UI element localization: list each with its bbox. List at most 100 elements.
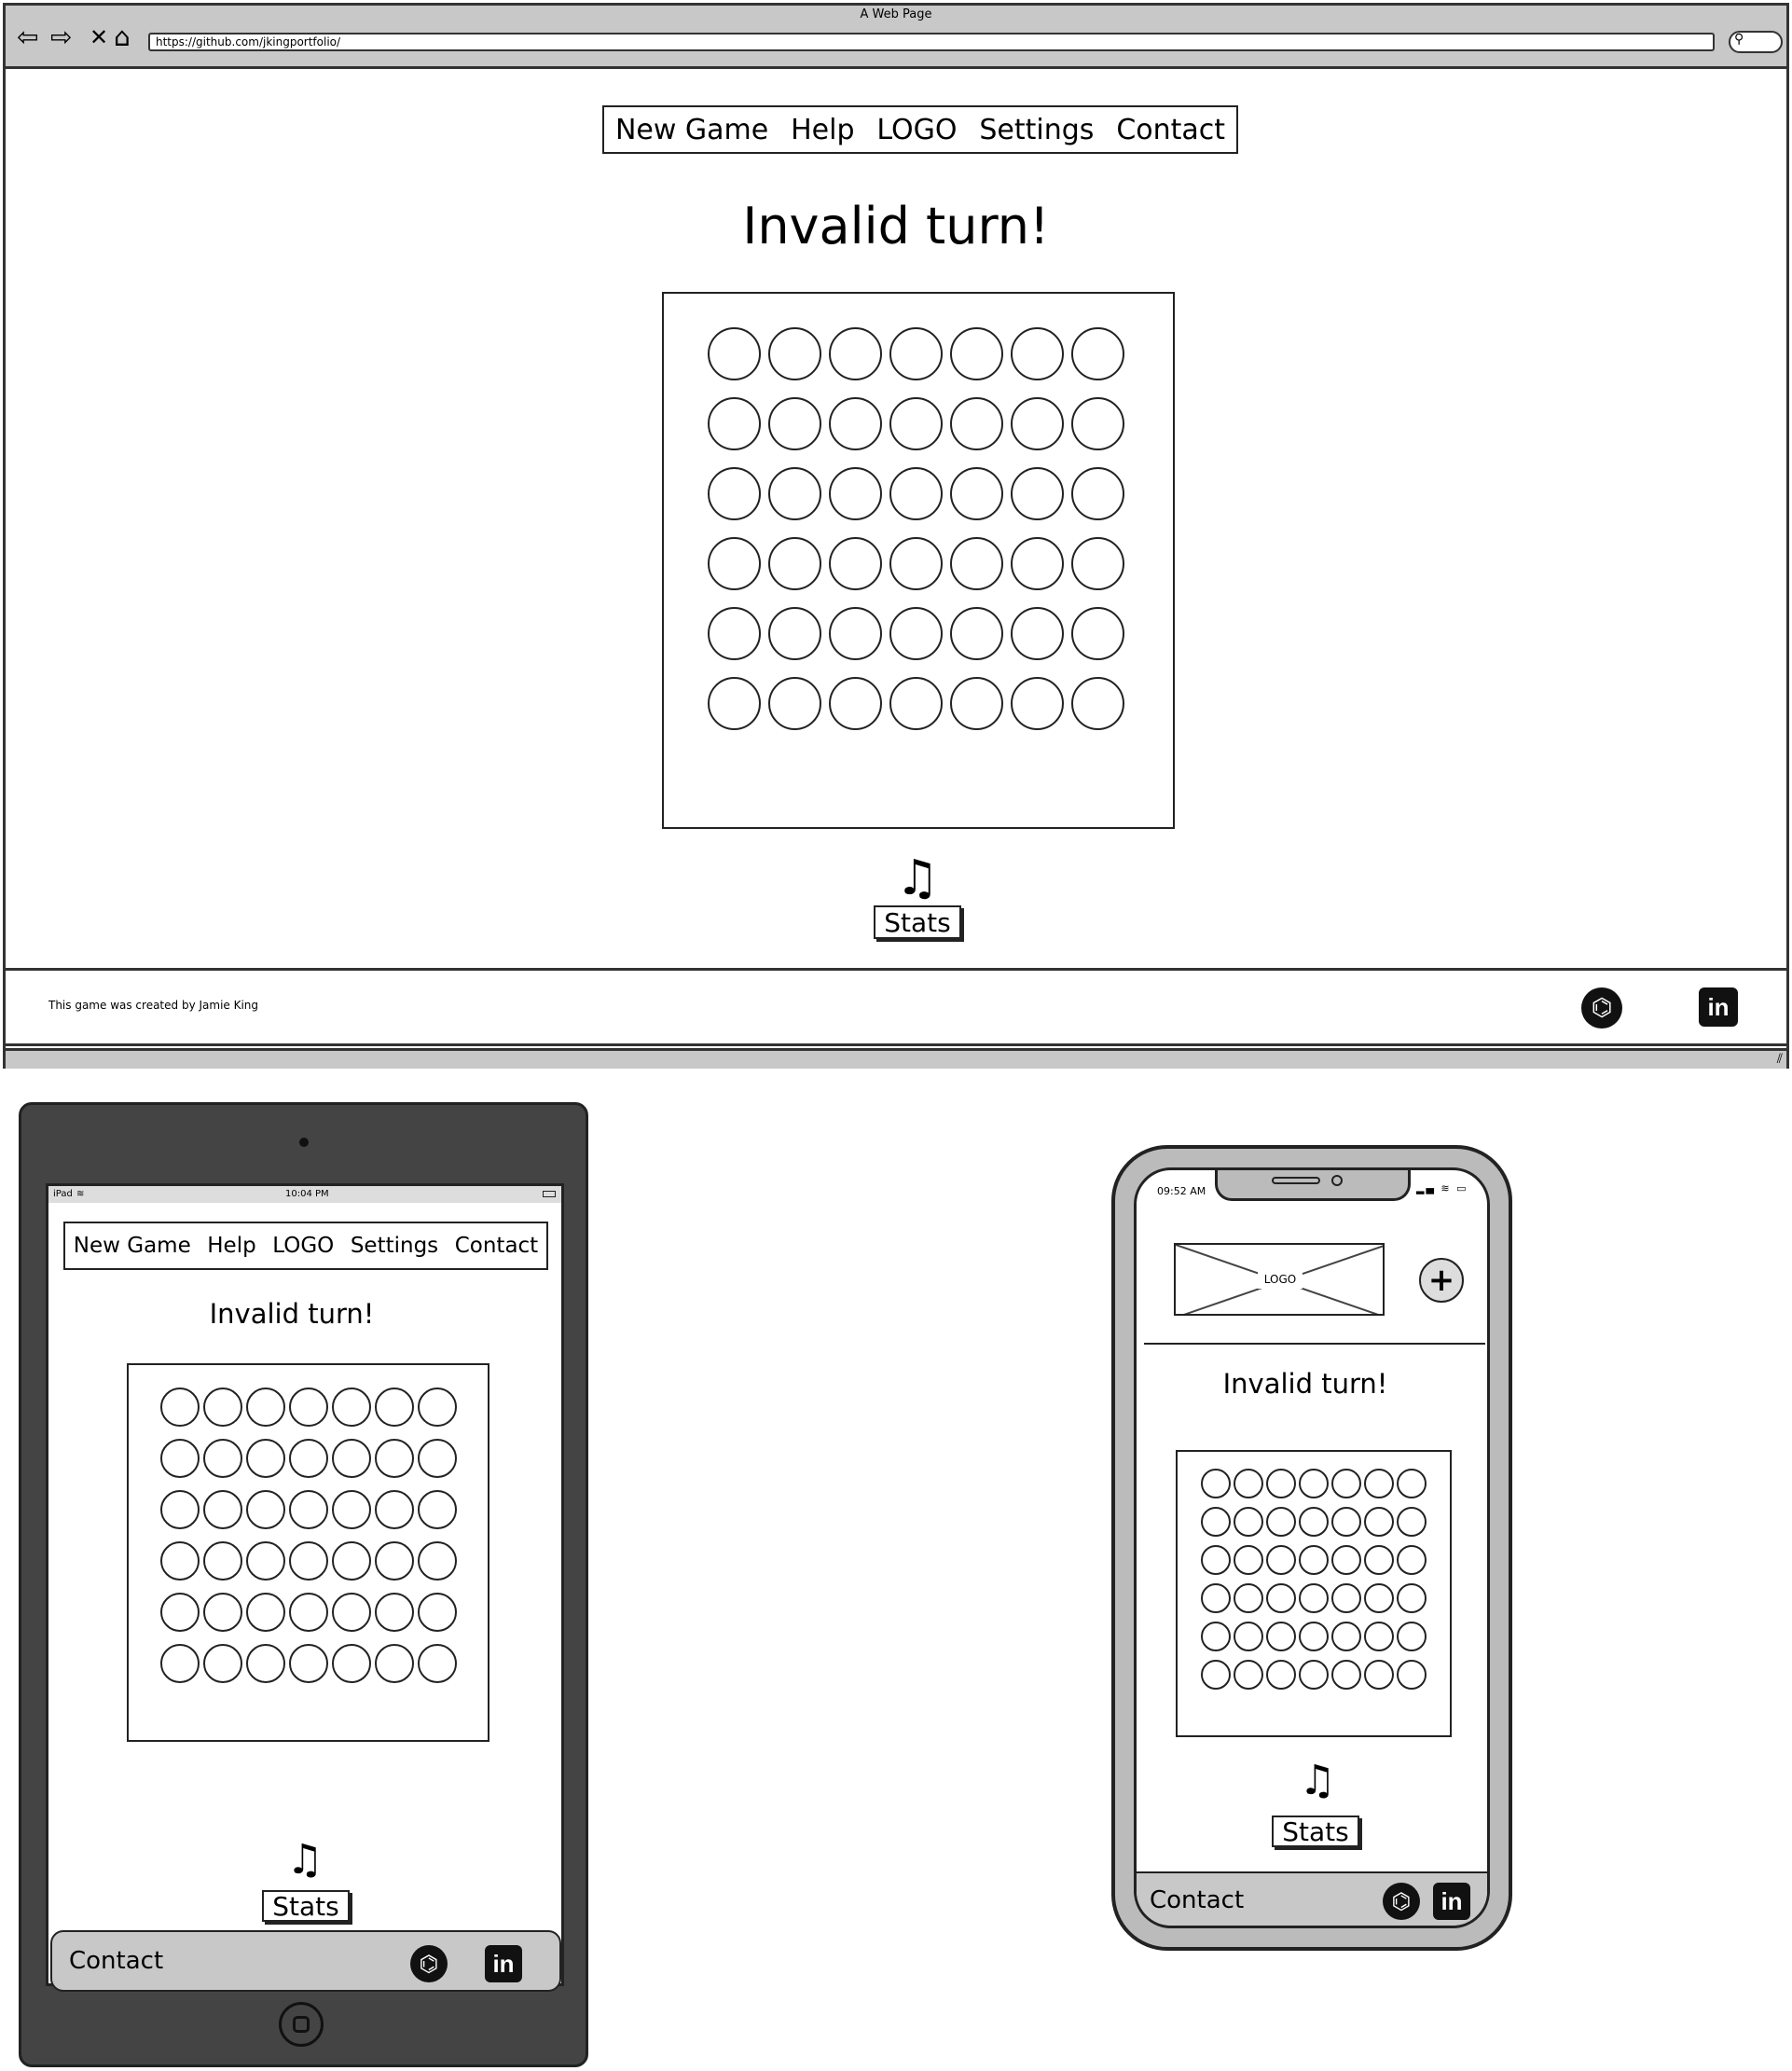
- board-cell[interactable]: [246, 1439, 285, 1478]
- board-cell[interactable]: [1071, 467, 1124, 520]
- board-cell[interactable]: [246, 1490, 285, 1529]
- board-cell[interactable]: [332, 1439, 371, 1478]
- board-cell[interactable]: [1299, 1622, 1329, 1651]
- board-cell[interactable]: [768, 537, 821, 590]
- github-icon[interactable]: ⌬: [1581, 987, 1622, 1029]
- nav-contact[interactable]: Contact: [1116, 114, 1225, 146]
- linkedin-icon[interactable]: in: [485, 1945, 522, 1982]
- board-cell[interactable]: [332, 1541, 371, 1581]
- board-cell[interactable]: [1266, 1545, 1296, 1575]
- board-cell[interactable]: [1266, 1507, 1296, 1537]
- board-cell[interactable]: [708, 607, 761, 660]
- board-cell[interactable]: [160, 1644, 200, 1683]
- board-cell[interactable]: [829, 537, 882, 590]
- board-cell[interactable]: [708, 327, 761, 380]
- logo-placeholder[interactable]: LOGO: [1174, 1243, 1385, 1316]
- board-cell[interactable]: [1397, 1545, 1427, 1575]
- board-cell[interactable]: [289, 1490, 328, 1529]
- nav-new-game[interactable]: New Game: [74, 1234, 191, 1258]
- board-cell[interactable]: [708, 677, 761, 730]
- board-cell[interactable]: [289, 1439, 328, 1478]
- board-cell[interactable]: [829, 467, 882, 520]
- board-cell[interactable]: [375, 1644, 414, 1683]
- board-cell[interactable]: [1201, 1507, 1231, 1537]
- board-cell[interactable]: [708, 467, 761, 520]
- board-cell[interactable]: [1234, 1660, 1263, 1690]
- board-cell[interactable]: [1364, 1622, 1394, 1651]
- board-cell[interactable]: [1011, 397, 1064, 450]
- board-cell[interactable]: [1299, 1469, 1329, 1498]
- board-cell[interactable]: [375, 1388, 414, 1427]
- board-cell[interactable]: [418, 1593, 457, 1632]
- board-cell[interactable]: [1234, 1545, 1263, 1575]
- github-icon[interactable]: ⌬: [1383, 1883, 1420, 1920]
- board-cell[interactable]: [950, 537, 1003, 590]
- board-cell[interactable]: [1331, 1583, 1361, 1613]
- board-cell[interactable]: [1266, 1622, 1296, 1651]
- board-cell[interactable]: [1331, 1660, 1361, 1690]
- board-cell[interactable]: [1364, 1469, 1394, 1498]
- board-cell[interactable]: [203, 1439, 242, 1478]
- board-cell[interactable]: [829, 677, 882, 730]
- board-cell[interactable]: [889, 537, 943, 590]
- board-cell[interactable]: [418, 1541, 457, 1581]
- board-cell[interactable]: [1234, 1469, 1263, 1498]
- music-note-icon[interactable]: ♫: [885, 854, 950, 903]
- board-cell[interactable]: [375, 1439, 414, 1478]
- board-cell[interactable]: [1201, 1469, 1231, 1498]
- board-cell[interactable]: [889, 397, 943, 450]
- board-cell[interactable]: [1011, 327, 1064, 380]
- nav-new-game[interactable]: New Game: [615, 114, 768, 146]
- stats-button[interactable]: Stats: [1272, 1816, 1359, 1847]
- board-cell[interactable]: [950, 467, 1003, 520]
- stats-button[interactable]: Stats: [874, 905, 961, 939]
- board-cell[interactable]: [1364, 1660, 1394, 1690]
- footer-contact[interactable]: Contact: [69, 1947, 163, 1975]
- board-cell[interactable]: [289, 1593, 328, 1632]
- board-cell[interactable]: [375, 1541, 414, 1581]
- github-icon[interactable]: ⌬: [410, 1945, 448, 1982]
- board-cell[interactable]: [829, 607, 882, 660]
- board-cell[interactable]: [889, 677, 943, 730]
- board-cell[interactable]: [289, 1541, 328, 1581]
- board-cell[interactable]: [1331, 1469, 1361, 1498]
- board-cell[interactable]: [246, 1388, 285, 1427]
- board-cell[interactable]: [768, 677, 821, 730]
- board-cell[interactable]: [1397, 1583, 1427, 1613]
- board-cell[interactable]: [768, 327, 821, 380]
- music-note-icon[interactable]: ♫: [277, 1839, 333, 1882]
- board-cell[interactable]: [203, 1541, 242, 1581]
- board-cell[interactable]: [1201, 1583, 1231, 1613]
- board-cell[interactable]: [1266, 1469, 1296, 1498]
- board-cell[interactable]: [203, 1644, 242, 1683]
- board-cell[interactable]: [889, 327, 943, 380]
- board-cell[interactable]: [1011, 537, 1064, 590]
- resize-grip-icon[interactable]: ⫽: [1777, 1052, 1783, 1067]
- board-cell[interactable]: [829, 397, 882, 450]
- board-cell[interactable]: [1071, 607, 1124, 660]
- board-cell[interactable]: [1234, 1622, 1263, 1651]
- board-cell[interactable]: [1011, 607, 1064, 660]
- board-cell[interactable]: [768, 467, 821, 520]
- board-cell[interactable]: [1266, 1583, 1296, 1613]
- board-cell[interactable]: [418, 1490, 457, 1529]
- board-cell[interactable]: [289, 1388, 328, 1427]
- board-cell[interactable]: [1331, 1545, 1361, 1575]
- board-cell[interactable]: [375, 1490, 414, 1529]
- board-cell[interactable]: [246, 1541, 285, 1581]
- board-cell[interactable]: [160, 1439, 200, 1478]
- board-cell[interactable]: [1201, 1660, 1231, 1690]
- board-cell[interactable]: [160, 1490, 200, 1529]
- board-cell[interactable]: [708, 537, 761, 590]
- board-cell[interactable]: [1071, 537, 1124, 590]
- board-cell[interactable]: [1397, 1469, 1427, 1498]
- board-cell[interactable]: [1201, 1545, 1231, 1575]
- board-cell[interactable]: [246, 1644, 285, 1683]
- board-cell[interactable]: [203, 1593, 242, 1632]
- home-icon[interactable]: ⌂: [114, 24, 131, 50]
- nav-logo[interactable]: LOGO: [876, 114, 957, 146]
- nav-help[interactable]: Help: [791, 114, 854, 146]
- board-cell[interactable]: [950, 607, 1003, 660]
- board-cell[interactable]: [950, 327, 1003, 380]
- board-cell[interactable]: [203, 1490, 242, 1529]
